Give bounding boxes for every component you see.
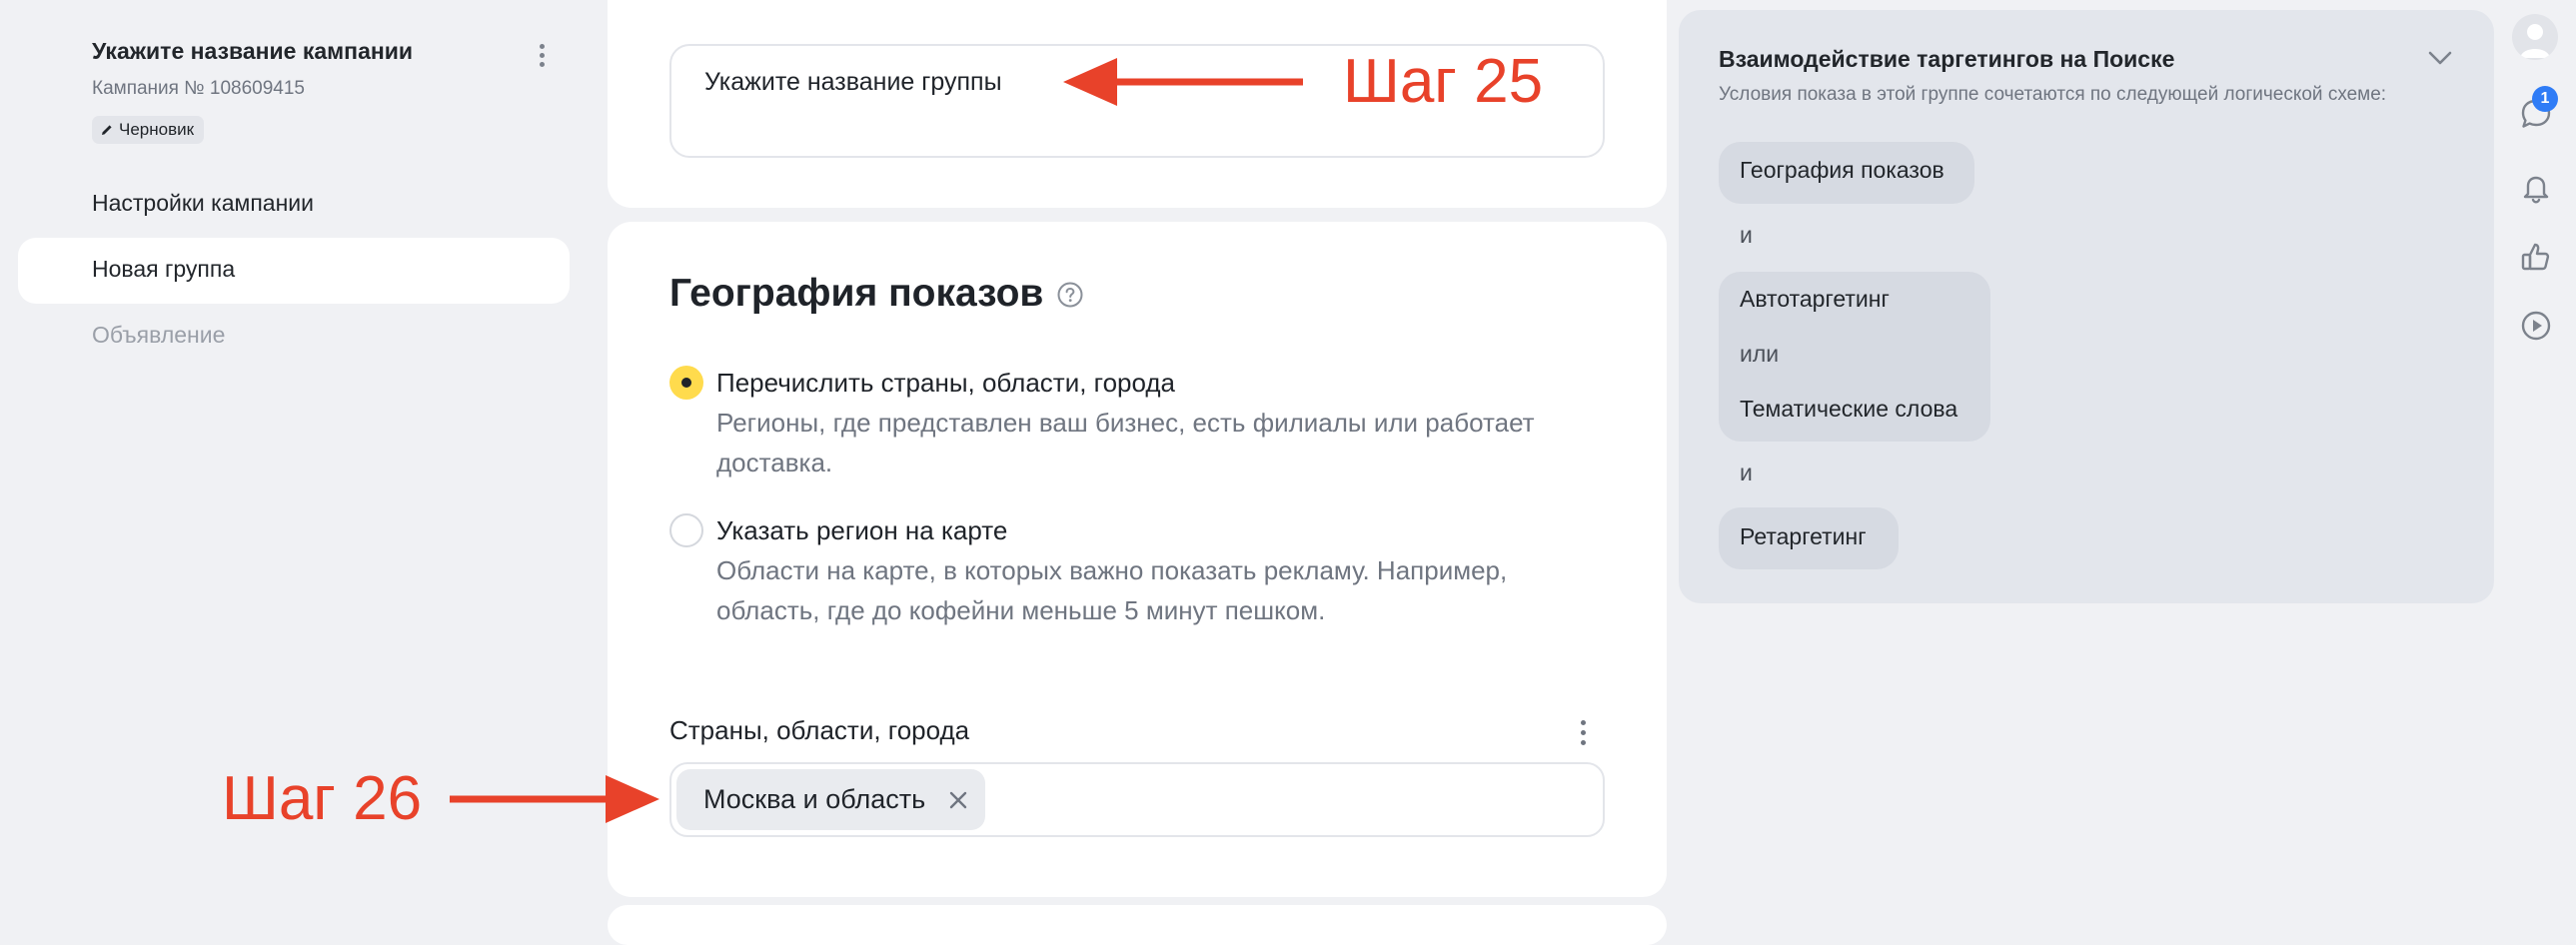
option-map-region-label[interactable]: Указать регион на карте — [716, 515, 1007, 546]
conj-or: или — [1740, 341, 1780, 367]
video-help-button[interactable] — [2516, 306, 2556, 346]
radio-map-region[interactable] — [669, 513, 703, 547]
step25-label: Шаг 25 — [1343, 47, 1544, 116]
notifications-button[interactable] — [2516, 168, 2556, 208]
nav-new-group[interactable]: Новая группа — [92, 256, 235, 283]
status-badge-label: Черновик — [119, 120, 195, 139]
option-list-regions-label[interactable]: Перечислить страны, области, города — [716, 368, 1175, 399]
nav-ad[interactable]: Объявление — [92, 322, 225, 349]
step26-label: Шаг 26 — [222, 764, 423, 833]
option-list-regions-desc: Регионы, где представлен ваш бизнес, ест… — [716, 408, 1535, 477]
panel-title: Взаимодействие таргетингов на Поиске — [1719, 46, 2175, 72]
pill-auto-label: Автотаргетинг — [1740, 286, 1890, 312]
group-name-placeholder[interactable]: Укажите название группы — [704, 68, 1002, 97]
step25-arrow — [1063, 58, 1303, 106]
pill-geo-label: География показов — [1740, 157, 1944, 183]
campaign-number: Кампания № 108609415 — [92, 78, 305, 99]
avatar[interactable] — [2512, 14, 2558, 60]
region-chip-label: Москва и область — [703, 784, 926, 814]
regions-field-label: Страны, области, города — [669, 715, 970, 745]
close-icon[interactable] — [947, 789, 969, 811]
feedback-button[interactable] — [2516, 238, 2556, 278]
radio-list-regions[interactable] — [669, 366, 703, 400]
status-badge: Черновик — [92, 116, 205, 144]
play-icon — [2521, 311, 2551, 341]
thumbs-up-icon — [2521, 243, 2550, 271]
chevron-down-icon[interactable] — [2426, 48, 2454, 68]
regions-menu-icon[interactable] — [1571, 715, 1595, 749]
next-card — [608, 905, 1667, 945]
pill-retarget-label: Ретаргетинг — [1740, 523, 1867, 549]
pill-thematic-label: Тематические слова — [1740, 396, 1958, 422]
option-map-region-desc: Области на карте, в которых важно показа… — [716, 555, 1508, 625]
pencil-icon — [102, 125, 112, 135]
messages-count-badge: 1 — [2532, 86, 2558, 112]
geo-section-title: География показов — [669, 272, 1044, 315]
conj-and-2: и — [1740, 460, 1753, 485]
campaign-title[interactable]: Укажите название кампании — [92, 38, 413, 65]
conj-and-1: и — [1740, 222, 1753, 248]
avatar-icon — [2520, 24, 2550, 58]
nav-campaign-settings[interactable]: Настройки кампании — [92, 190, 314, 217]
step26-arrow — [450, 775, 659, 823]
help-icon[interactable] — [1056, 281, 1084, 309]
panel-subtitle: Условия показа в этой группе сочетаются … — [1719, 84, 2387, 105]
bell-icon — [2523, 176, 2549, 204]
campaign-menu-icon[interactable] — [528, 40, 556, 70]
region-chip[interactable]: Москва и область — [676, 769, 986, 830]
